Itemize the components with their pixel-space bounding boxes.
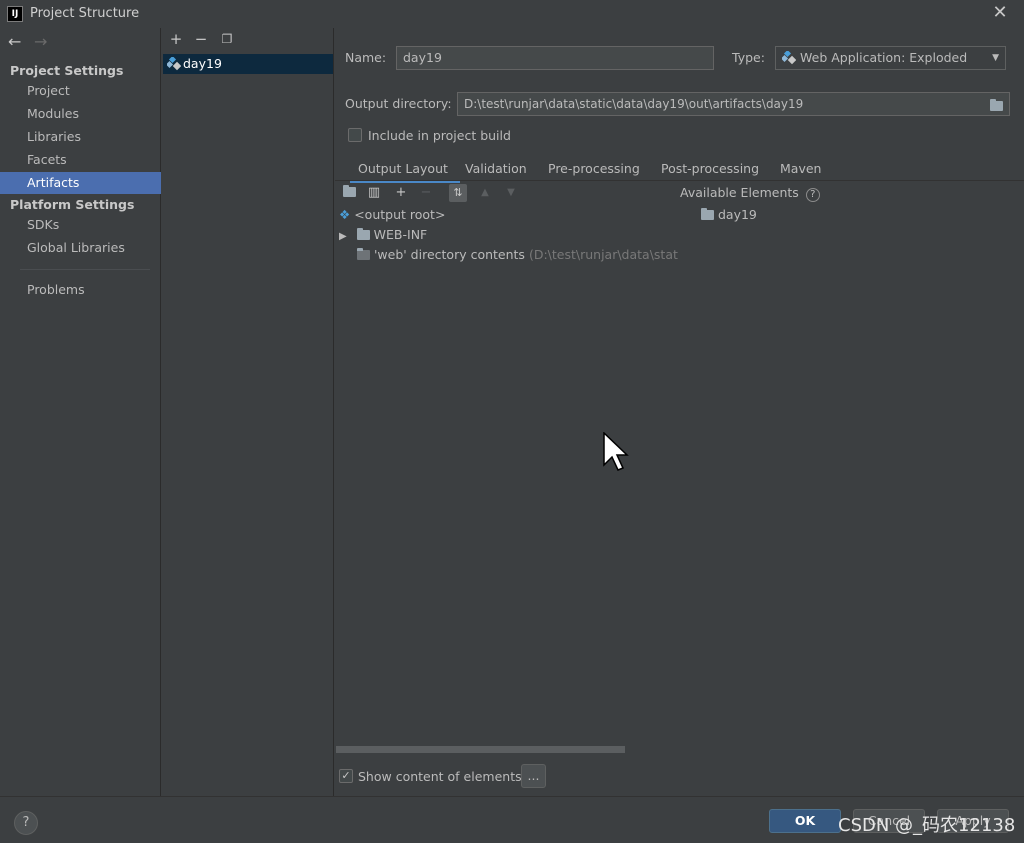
- tree-detail: (D:\test\runjar\data\static\da: [528, 247, 679, 262]
- name-label: Name:: [345, 50, 387, 65]
- tab-maven[interactable]: Maven: [780, 157, 821, 181]
- close-icon[interactable]: ✕: [990, 3, 1010, 23]
- add-icon[interactable]: +: [168, 31, 184, 47]
- copy-icon[interactable]: ❐: [219, 31, 235, 47]
- include-in-build-checkbox[interactable]: [348, 128, 362, 142]
- nav-item-modules[interactable]: Modules: [0, 103, 161, 125]
- help-icon[interactable]: ?: [805, 188, 820, 202]
- watermark: CSDN @_码农12138: [838, 815, 1016, 836]
- folder-icon: [357, 248, 370, 260]
- tree-label: 'web' directory contents: [373, 247, 525, 262]
- back-arrow-icon[interactable]: ←: [8, 32, 21, 51]
- platform-settings-heading: Platform Settings: [10, 197, 135, 212]
- sort-elements-icon[interactable]: ⇅: [449, 184, 467, 202]
- show-content-label: Show content of elements: [358, 769, 522, 784]
- intellij-icon: IJ: [7, 6, 23, 22]
- available-label: day19: [717, 207, 757, 222]
- horizontal-scrollbar[interactable]: [336, 746, 625, 753]
- mouse-cursor-icon: [603, 432, 629, 471]
- create-archive-icon[interactable]: ▥: [365, 184, 383, 202]
- new-directory-icon[interactable]: [340, 184, 358, 202]
- title-bar: IJ Project Structure ✕: [0, 0, 1024, 28]
- tab-post-processing[interactable]: Post-processing: [661, 157, 759, 181]
- tab-validation[interactable]: Validation: [465, 157, 527, 181]
- tab-pre-processing[interactable]: Pre-processing: [548, 157, 640, 181]
- output-root-icon: ❖: [339, 207, 351, 222]
- browse-folder-icon[interactable]: [990, 98, 1003, 113]
- forward-arrow-icon[interactable]: →: [34, 32, 47, 51]
- nav-item-problems[interactable]: Problems: [0, 279, 161, 301]
- available-elements-text: Available Elements: [680, 185, 799, 200]
- artifact-list-item[interactable]: day19: [163, 54, 333, 74]
- remove-icon[interactable]: −: [193, 31, 209, 47]
- nav-item-project[interactable]: Project: [0, 80, 161, 102]
- tab-output-layout[interactable]: Output Layout: [350, 157, 460, 183]
- type-dropdown[interactable]: Web Application: Exploded ▼: [775, 46, 1006, 70]
- expand-arrow-icon[interactable]: ▶: [339, 231, 347, 242]
- type-value: Web Application: Exploded: [800, 50, 968, 65]
- help-button[interactable]: ?: [14, 811, 38, 835]
- available-elements-label: Available Elements ?: [680, 184, 820, 202]
- nav-item-libraries[interactable]: Libraries: [0, 126, 161, 148]
- available-row-day19[interactable]: day19: [701, 205, 757, 225]
- output-directory-field[interactable]: D:\test\runjar\data\static\data\day19\ou…: [457, 92, 1010, 116]
- nav-item-artifacts[interactable]: Artifacts: [0, 172, 161, 194]
- module-folder-icon: [701, 208, 714, 220]
- nav-item-sdks[interactable]: SDKs: [0, 214, 161, 236]
- tree-row-web-directory[interactable]: 'web' directory contents (D:\test\runjar…: [357, 245, 679, 265]
- tree-label: <output root>: [354, 207, 446, 222]
- artifact-settings-panel: Name: day19 Type: Web Application: Explo…: [335, 28, 1024, 796]
- add-copy-of-icon[interactable]: +: [392, 184, 410, 202]
- project-settings-heading: Project Settings: [10, 63, 124, 78]
- more-options-button[interactable]: ...: [521, 764, 546, 788]
- output-directory-label: Output directory:: [345, 96, 452, 111]
- nav-item-global-libraries[interactable]: Global Libraries: [0, 237, 161, 259]
- dialog-footer: ? OK Cancel Apply CSDN @_码农12138: [0, 796, 1024, 843]
- ok-button[interactable]: OK: [769, 809, 841, 833]
- settings-nav: ← → Project Settings Project Modules Lib…: [0, 28, 161, 796]
- move-down-icon[interactable]: ▼: [502, 184, 520, 202]
- artifact-icon: [167, 57, 181, 71]
- move-up-icon[interactable]: ▲: [476, 184, 494, 202]
- tree-label: WEB-INF: [373, 227, 428, 242]
- nav-divider: [20, 269, 150, 270]
- folder-icon: [356, 228, 370, 240]
- artifact-list-panel: + − ❐ day19: [162, 28, 334, 796]
- nav-item-facets[interactable]: Facets: [0, 149, 161, 171]
- chevron-down-icon: ▼: [992, 53, 999, 63]
- name-field[interactable]: day19: [396, 46, 714, 70]
- include-in-build-label: Include in project build: [368, 128, 511, 143]
- tabs-divider: [335, 180, 1024, 181]
- show-content-checkbox[interactable]: ✓: [339, 769, 353, 783]
- remove-element-icon[interactable]: −: [417, 184, 435, 202]
- tree-row-output-root[interactable]: ❖ <output root>: [339, 205, 445, 225]
- type-label: Type:: [732, 50, 765, 65]
- web-app-icon: [782, 51, 796, 65]
- tree-row-web-inf[interactable]: ▶ WEB-INF: [339, 225, 427, 245]
- artifact-label: day19: [183, 56, 222, 71]
- window-title: Project Structure: [30, 6, 140, 21]
